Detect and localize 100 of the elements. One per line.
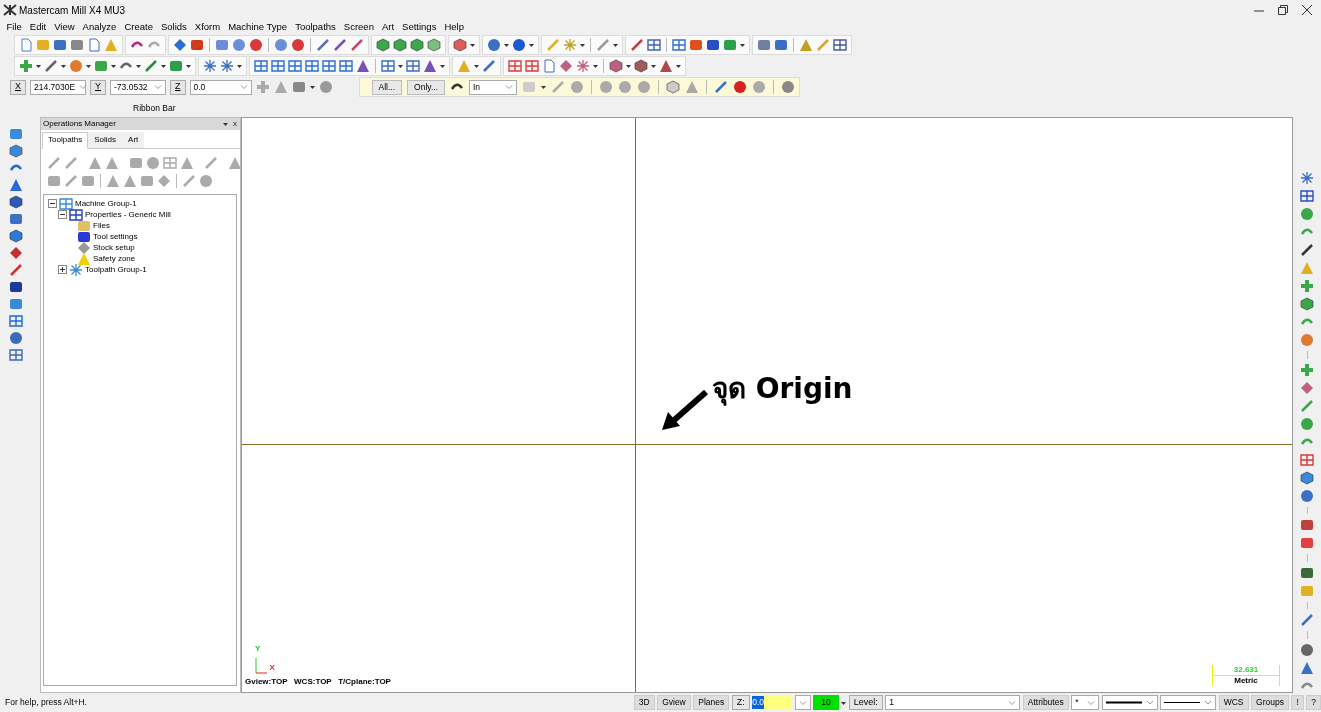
- menu-item[interactable]: Create: [120, 20, 157, 34]
- menu-item[interactable]: Machine Type: [224, 20, 292, 34]
- line-icon[interactable]: [482, 59, 496, 73]
- diamond-icon[interactable]: [157, 174, 171, 188]
- page-icon[interactable]: [19, 38, 33, 52]
- status-button[interactable]: WCS: [1218, 695, 1249, 710]
- grid-icon[interactable]: [525, 59, 539, 73]
- menu-item[interactable]: Screen: [339, 20, 378, 34]
- line-icon[interactable]: [44, 59, 58, 73]
- dropdown-button[interactable]: [794, 695, 811, 710]
- status-button[interactable]: Groups: [1251, 695, 1289, 710]
- cube-icon[interactable]: [376, 38, 390, 52]
- selection-mode-dropdown[interactable]: In: [469, 79, 517, 95]
- circle-icon[interactable]: [1300, 416, 1314, 431]
- square-icon[interactable]: [706, 38, 720, 52]
- cube-icon[interactable]: [609, 59, 623, 73]
- cube-icon[interactable]: [410, 38, 424, 52]
- triangle-icon[interactable]: [659, 59, 673, 73]
- circle-icon[interactable]: [1300, 488, 1314, 503]
- grid-icon[interactable]: [9, 348, 23, 362]
- cube-icon[interactable]: [9, 229, 23, 243]
- grid-icon[interactable]: [833, 38, 847, 52]
- circle-icon[interactable]: [733, 80, 747, 94]
- status-button[interactable]: Gview: [657, 695, 691, 710]
- menu-item[interactable]: Art: [377, 20, 399, 34]
- cube-icon[interactable]: [9, 144, 23, 158]
- triangle-icon[interactable]: [799, 38, 813, 52]
- cube-icon[interactable]: [1300, 297, 1314, 311]
- grid-icon[interactable]: [288, 59, 302, 73]
- grid-icon[interactable]: [672, 38, 686, 52]
- menu-item[interactable]: Solids: [156, 20, 191, 34]
- point-style-dropdown[interactable]: *: [1071, 695, 1100, 710]
- grid-icon[interactable]: [9, 314, 23, 328]
- square-icon[interactable]: [774, 38, 788, 52]
- tree-item[interactable]: Stock setup: [93, 241, 135, 254]
- square-icon[interactable]: [53, 38, 67, 52]
- diamond-icon[interactable]: [173, 38, 187, 52]
- coordinate-field[interactable]: 214.7030E: [30, 79, 86, 95]
- expand-toggle-icon[interactable]: [58, 265, 67, 274]
- square-icon[interactable]: [689, 38, 703, 52]
- viewport-pane[interactable]: จุด Origin: [636, 118, 1292, 445]
- menu-item[interactable]: Xform: [190, 20, 225, 34]
- triangle-icon[interactable]: [123, 174, 137, 188]
- triangle-icon[interactable]: [105, 156, 119, 170]
- color-swatch[interactable]: 10: [813, 695, 839, 710]
- triangle-icon[interactable]: [9, 178, 23, 192]
- tree-item[interactable]: Properties - Generic Mill: [85, 208, 171, 221]
- page-icon[interactable]: [87, 38, 101, 52]
- triangle-icon[interactable]: [88, 156, 102, 170]
- triangle-icon[interactable]: [1300, 660, 1314, 675]
- cube-icon[interactable]: [393, 38, 407, 52]
- star-icon[interactable]: [563, 38, 577, 52]
- panel-close-button[interactable]: x: [230, 119, 240, 129]
- line-icon[interactable]: [630, 38, 644, 52]
- circle-icon[interactable]: [512, 38, 526, 52]
- cube-icon[interactable]: [427, 38, 441, 52]
- square-icon[interactable]: [190, 38, 204, 52]
- close-icon[interactable]: [1299, 3, 1314, 17]
- circle-icon[interactable]: [291, 38, 305, 52]
- cube-icon[interactable]: [634, 59, 648, 73]
- grid-icon[interactable]: [647, 38, 661, 52]
- menu-item[interactable]: Toolpaths: [291, 20, 340, 34]
- square-icon[interactable]: [9, 280, 23, 294]
- circle-icon[interactable]: [9, 331, 23, 345]
- circle-icon[interactable]: [487, 38, 501, 52]
- status-button[interactable]: Planes: [693, 695, 730, 710]
- attributes-button[interactable]: Attributes: [1022, 695, 1069, 710]
- tree-item[interactable]: Machine Group-1: [75, 197, 137, 210]
- diamond-icon[interactable]: [9, 246, 23, 260]
- menu-item[interactable]: Settings: [398, 20, 441, 34]
- star-icon[interactable]: [203, 59, 217, 73]
- triangle-icon[interactable]: [423, 59, 437, 73]
- grid-icon[interactable]: [406, 59, 420, 73]
- circle-icon[interactable]: [274, 38, 288, 52]
- selection-button[interactable]: Only...: [407, 79, 445, 95]
- star-icon[interactable]: [220, 59, 234, 73]
- circle-icon[interactable]: [249, 38, 263, 52]
- selection-button[interactable]: All...: [371, 79, 403, 95]
- status-button[interactable]: ?: [1306, 695, 1321, 710]
- collapse-toggle-icon[interactable]: [48, 199, 57, 208]
- panel-tab[interactable]: Solids: [88, 132, 123, 148]
- page-icon[interactable]: [542, 59, 556, 73]
- menu-item[interactable]: Analyze: [78, 20, 121, 34]
- status-button[interactable]: !: [1291, 695, 1304, 710]
- viewport-pane[interactable]: 32.631 Metric: [636, 445, 1292, 692]
- z-depth-field[interactable]: 0.0: [752, 695, 793, 710]
- circle-icon[interactable]: [1300, 207, 1314, 221]
- viewport-pane[interactable]: Y X Gview:TOP WCS:TOP T/Cplane:TOP: [242, 445, 636, 692]
- line-icon[interactable]: [333, 38, 347, 52]
- triangle-icon[interactable]: [356, 59, 370, 73]
- plus-icon[interactable]: [1300, 279, 1314, 293]
- menu-item[interactable]: Edit: [25, 20, 51, 34]
- grid-icon[interactable]: [305, 59, 319, 73]
- menu-item[interactable]: File: [2, 20, 26, 34]
- menu-item[interactable]: Help: [440, 20, 468, 34]
- square-icon[interactable]: [1300, 565, 1314, 580]
- star-icon[interactable]: [576, 59, 590, 73]
- grid-icon[interactable]: [508, 59, 522, 73]
- tree-item[interactable]: Files: [93, 219, 110, 232]
- coordinate-field[interactable]: 0.0: [189, 79, 252, 95]
